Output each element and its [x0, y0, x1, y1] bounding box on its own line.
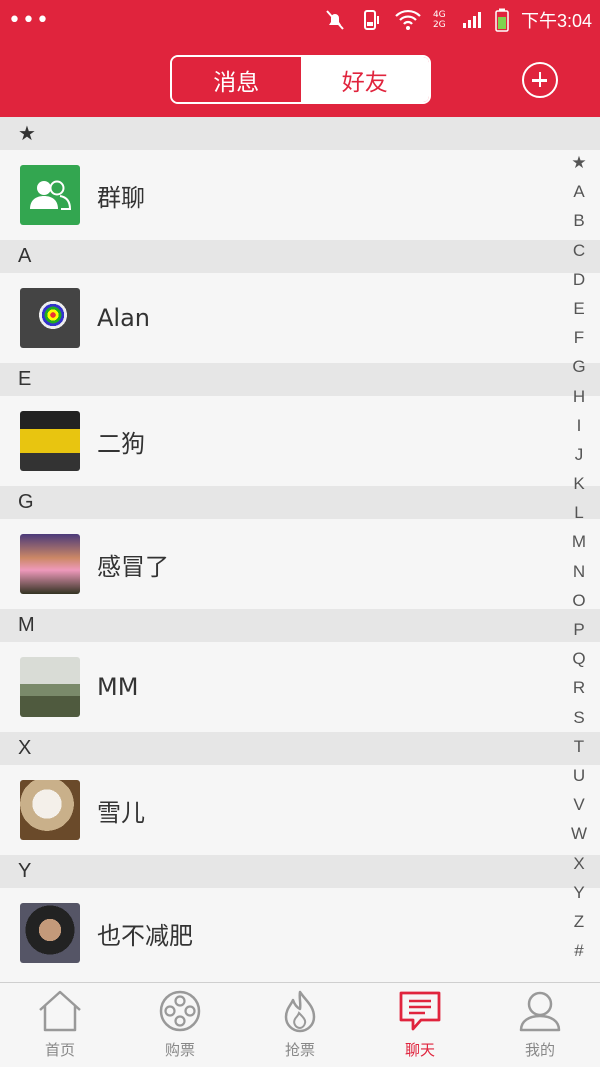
avatar	[20, 657, 80, 717]
tab-home[interactable]: 首页	[0, 983, 120, 1067]
tab-buy-tickets[interactable]: 购票	[120, 983, 240, 1067]
list-item-group-chat[interactable]: 群聊	[0, 150, 600, 240]
status-time: 下午3:04	[520, 11, 592, 31]
index-letter[interactable]: B	[568, 206, 590, 235]
user-icon	[519, 991, 561, 1032]
contact-name: 群聊	[97, 183, 145, 212]
contact-name: MM	[97, 673, 139, 701]
contact-name: 也不减肥	[97, 921, 193, 950]
contact-name: Alan	[97, 304, 151, 332]
index-letter[interactable]: Q	[568, 644, 590, 673]
index-letter[interactable]: C	[568, 236, 590, 265]
index-letter[interactable]: #	[568, 936, 590, 965]
tab-grab-tickets[interactable]: 抢票	[240, 983, 360, 1067]
signal-icon	[462, 12, 481, 28]
list-item-contact[interactable]: 雪儿	[0, 765, 600, 855]
index-letter[interactable]: R	[568, 673, 590, 702]
index-letter[interactable]: V	[568, 790, 590, 819]
tab-label: 聊天	[404, 1041, 435, 1059]
section-header-a: A	[0, 240, 600, 273]
index-letter[interactable]: F	[568, 323, 590, 352]
index-letter[interactable]: L	[568, 498, 590, 527]
index-letter[interactable]: D	[568, 265, 590, 294]
avatar	[20, 288, 80, 348]
network-type: 4G 2G	[432, 10, 446, 30]
avatar	[20, 534, 80, 594]
group-chat-icon	[20, 165, 80, 225]
index-letter[interactable]: ★	[568, 148, 590, 177]
list-item-contact[interactable]: 二狗	[0, 396, 600, 486]
flame-icon	[284, 990, 316, 1033]
bottom-tab-bar: 首页 购票 抢票 聊天 我的	[0, 982, 600, 1067]
index-letter[interactable]: P	[568, 615, 590, 644]
message-friend-switch: 消息 好友	[170, 55, 431, 104]
index-letter[interactable]: Y	[568, 878, 590, 907]
battery-icon	[495, 8, 509, 32]
index-letter[interactable]: E	[568, 294, 590, 323]
contact-list: ★ 群聊 A Alan E 二狗 G 感冒了 M MM X 雪儿 Y 也不减肥	[0, 117, 600, 978]
avatar	[20, 903, 80, 963]
tab-label: 首页	[44, 1041, 75, 1059]
contact-name: 二狗	[97, 429, 145, 458]
index-letter[interactable]: A	[568, 177, 590, 206]
header-bar: ••• 4G 2G 下午3:04 消息 好友	[0, 0, 600, 117]
avatar	[20, 780, 80, 840]
section-header-y: Y	[0, 855, 600, 888]
index-letter[interactable]: J	[568, 440, 590, 469]
tab-label: 抢票	[284, 1041, 315, 1059]
index-letter[interactable]: N	[568, 557, 590, 586]
tab-chat[interactable]: 聊天	[360, 983, 480, 1067]
silent-mode-icon	[326, 10, 344, 30]
alphabet-index-bar[interactable]: ★ A B C D E F G H I J K L M N O P Q R S T U V W X Y Z #	[568, 148, 590, 965]
list-item-contact[interactable]: MM	[0, 642, 600, 732]
contact-name: 雪儿	[97, 798, 145, 827]
vibrate-icon	[363, 10, 379, 30]
list-item-contact[interactable]: 感冒了	[0, 519, 600, 609]
index-letter[interactable]: M	[568, 527, 590, 556]
add-friend-button[interactable]	[522, 62, 558, 98]
section-header-x: X	[0, 732, 600, 765]
section-header-star: ★	[0, 117, 600, 150]
index-letter[interactable]: K	[568, 469, 590, 498]
list-item-contact[interactable]: 也不减肥	[0, 888, 600, 978]
tab-messages[interactable]: 消息	[172, 57, 301, 102]
index-letter[interactable]: W	[568, 819, 590, 848]
film-reel-icon	[159, 990, 201, 1032]
index-letter[interactable]: Z	[568, 907, 590, 936]
wifi-icon	[395, 9, 421, 30]
index-letter[interactable]: S	[568, 703, 590, 732]
contact-name: 感冒了	[97, 552, 169, 581]
index-letter[interactable]: H	[568, 382, 590, 411]
status-bar: ••• 4G 2G 下午3:04	[0, 0, 600, 40]
tab-friends[interactable]: 好友	[300, 57, 429, 102]
index-letter[interactable]: U	[568, 761, 590, 790]
section-header-g: G	[0, 486, 600, 519]
avatar	[20, 411, 80, 471]
list-item-contact[interactable]: Alan	[0, 273, 600, 363]
tab-label: 我的	[524, 1041, 555, 1059]
index-letter[interactable]: T	[568, 732, 590, 761]
index-letter[interactable]: X	[568, 849, 590, 878]
notification-dots-icon: •••	[8, 8, 50, 33]
tab-mine[interactable]: 我的	[480, 983, 600, 1067]
section-header-m: M	[0, 609, 600, 642]
chat-bubble-icon	[399, 991, 441, 1031]
index-letter[interactable]: G	[568, 352, 590, 381]
section-header-e: E	[0, 363, 600, 396]
home-icon	[39, 990, 81, 1032]
tab-label: 购票	[164, 1041, 195, 1059]
index-letter[interactable]: I	[568, 411, 590, 440]
index-letter[interactable]: O	[568, 586, 590, 615]
